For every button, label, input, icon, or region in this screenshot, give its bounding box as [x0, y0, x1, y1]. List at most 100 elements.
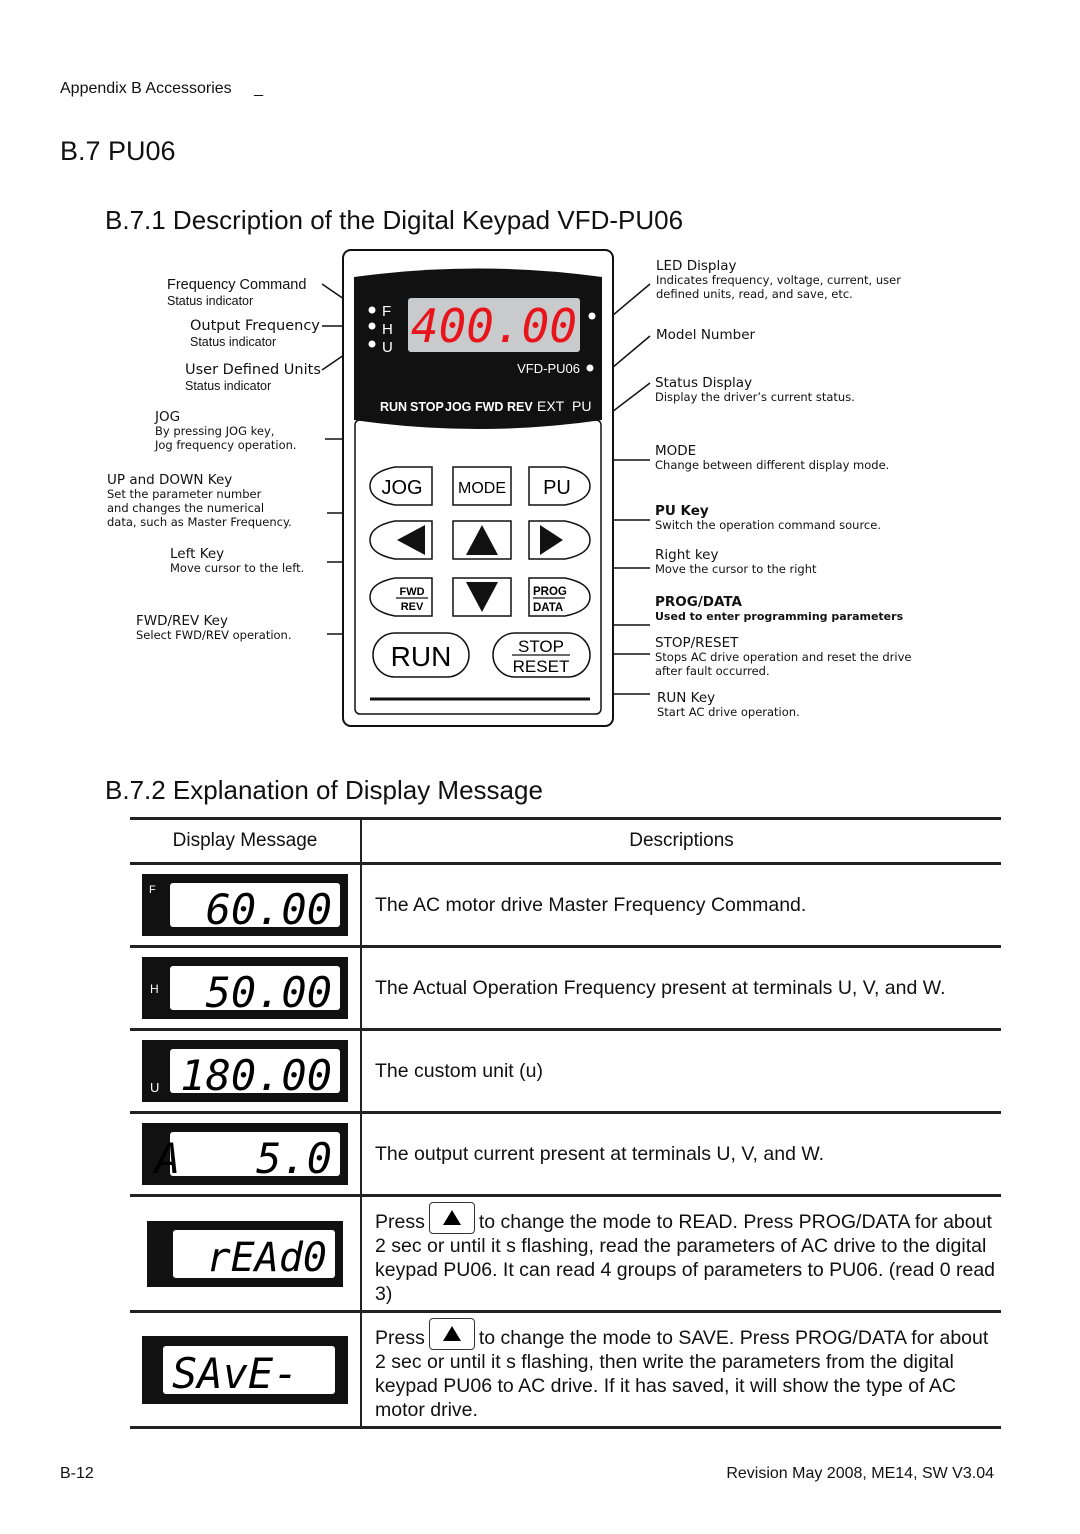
running-header: Appendix B Accessories _ [60, 80, 263, 98]
callout-desc: Set the parameter number [107, 487, 262, 502]
prog-data-key[interactable]: PROG DATA [528, 577, 591, 617]
description-cell: The output current present at terminals … [361, 1111, 1001, 1197]
callout-title: Frequency Command [167, 277, 307, 293]
callout-desc: Start AC drive operation. [657, 705, 800, 720]
lcd-display: F 60.00 [142, 874, 348, 936]
callout-desc: Status indicator [185, 379, 272, 394]
table-row: rEAd0 Press to change the mode to READ. P… [130, 1194, 1001, 1313]
header-descriptions: Descriptions [361, 817, 1001, 865]
jog-key[interactable]: JOG [369, 466, 433, 506]
callout-frequency-command: Frequency Command Status indicator [167, 277, 306, 309]
lcd-display: A 5.0 [142, 1123, 348, 1185]
callout-title: Model Number [656, 327, 756, 343]
table-row: U 180.00 The custom unit (u) [130, 1028, 1001, 1114]
header-marker: _ [254, 80, 264, 97]
callout-title: Left Key [170, 546, 225, 562]
table-row: F 60.00 The AC motor drive Master Freque… [130, 862, 1001, 948]
description-cell: Press to change the mode to SAVE. Press P… [361, 1310, 1001, 1429]
callout-fwd-rev-key: FWD/REV Key Select FWD/REV operation. [136, 613, 292, 643]
model-number: VFD-PU06 [517, 361, 580, 376]
callout-output-frequency: Output Frequency Status indicator [190, 318, 320, 350]
revision-info: Revision May 2008, ME14, SW V3.04 [726, 1465, 994, 1482]
callout-desc: Select FWD/REV operation. [136, 628, 292, 643]
lcd-indicator: F [149, 884, 156, 896]
prog-label: PROG [533, 586, 567, 598]
status-ext: EXT [537, 398, 565, 414]
callout-stop-reset: STOP/RESET Stops AC drive operation and … [655, 635, 911, 679]
callout-pu-key: PU Key Switch the operation command sour… [655, 503, 881, 533]
callout-title: FWD/REV Key [136, 613, 228, 629]
display-cell: SAvE- [130, 1310, 362, 1429]
callout-left-key: Left Key Move cursor to the left. [170, 546, 304, 576]
callout-desc: By pressing JOG key, [155, 424, 275, 439]
description-cell: The Actual Operation Frequency present a… [361, 945, 1001, 1031]
callout-title: User Defined Units [185, 362, 321, 378]
stop-reset-key[interactable]: STOP RESET [492, 632, 591, 678]
callout-title: Output Frequency [190, 318, 320, 334]
callout-desc: defined units, read, and save, etc. [656, 286, 853, 301]
callout-desc: after fault occurred. [655, 663, 770, 678]
table-row: SAvE- Press to change the mode to SAVE. P… [130, 1310, 1001, 1429]
table-row: A 5.0 The output current present at term… [130, 1111, 1001, 1197]
callout-desc: data, such as Master Frequency. [107, 514, 292, 529]
callout-desc: Stops AC drive operation and reset the d… [655, 650, 912, 665]
lcd-value: 180.00 [180, 1051, 332, 1100]
status-run: RUN [380, 400, 407, 414]
indicator-f: F [382, 303, 391, 320]
status-stop: STOP [410, 400, 444, 414]
display-cell: rEAd0 [130, 1194, 362, 1313]
rev-label: REV [401, 601, 424, 613]
callout-model-number: Model Number [656, 327, 755, 343]
page-number: B-12 [60, 1465, 94, 1482]
callout-up-down-key: UP and DOWN Key Set the parameter number… [107, 472, 292, 530]
callout-desc: Display the driver’s current status. [655, 390, 855, 405]
up-key[interactable] [452, 520, 512, 560]
up-key-icon [428, 1317, 475, 1350]
description-cell: The custom unit (u) [361, 1028, 1001, 1114]
display-cell: A 5.0 [130, 1111, 362, 1197]
callout-title: LED Display [656, 258, 737, 274]
run-key[interactable]: RUN [372, 632, 470, 678]
left-key[interactable] [369, 520, 433, 560]
callout-desc: Move the cursor to the right [655, 562, 817, 577]
callout-title: Status Display [655, 375, 753, 391]
pu-key[interactable]: PU [528, 466, 591, 506]
callout-desc: Indicates frequency, voltage, current, u… [656, 273, 901, 288]
lcd-value: SAvE- [172, 1349, 298, 1398]
header-display-message: Display Message [130, 817, 362, 865]
callout-desc: Used to enter programming parameters [655, 610, 904, 624]
down-key[interactable] [452, 577, 512, 617]
callout-title: PU Key [655, 503, 709, 519]
callout-right-key: Right key Move the cursor to the right [655, 547, 817, 577]
data-label: DATA [533, 602, 563, 614]
callout-desc: Jog frequency operation. [155, 437, 297, 452]
lcd-value: 50.00 [206, 968, 332, 1017]
running-title: Appendix B Accessories [60, 80, 232, 97]
lcd-display: H 50.00 [142, 957, 348, 1019]
callout-status-display: Status Display Display the driver’s curr… [655, 375, 855, 405]
callout-title: UP and DOWN Key [107, 472, 233, 488]
callout-desc: Move cursor to the left. [170, 561, 305, 576]
callout-run-key: RUN Key Start AC drive operation. [657, 690, 800, 720]
callout-title: PROG/DATA [655, 594, 742, 610]
indicator-h: H [382, 321, 393, 338]
display-cell: F 60.00 [130, 862, 362, 948]
right-key[interactable] [528, 520, 591, 560]
lcd-value: 60.00 [206, 885, 332, 934]
mode-key[interactable]: MODE [452, 466, 512, 506]
lcd-indicator: H [150, 982, 159, 996]
display-cell: U 180.00 [130, 1028, 362, 1114]
status-fwd: FWD [475, 400, 503, 414]
fwd-label: FWD [399, 586, 424, 598]
table-header-row: Display Message Descriptions [130, 817, 1001, 865]
reset-label: RESET [513, 657, 570, 676]
mode-key-label: MODE [458, 480, 506, 497]
lcd-display: SAvE- [142, 1335, 348, 1404]
callout-desc: Switch the operation command source. [655, 518, 881, 533]
status-pu: PU [572, 398, 591, 414]
led-value: 400.00 [411, 299, 577, 353]
stop-label: STOP [518, 637, 564, 656]
callout-title: JOG [155, 409, 181, 425]
fwd-rev-key[interactable]: FWD REV [369, 577, 433, 617]
callout-desc: Change between different display mode. [655, 458, 890, 473]
